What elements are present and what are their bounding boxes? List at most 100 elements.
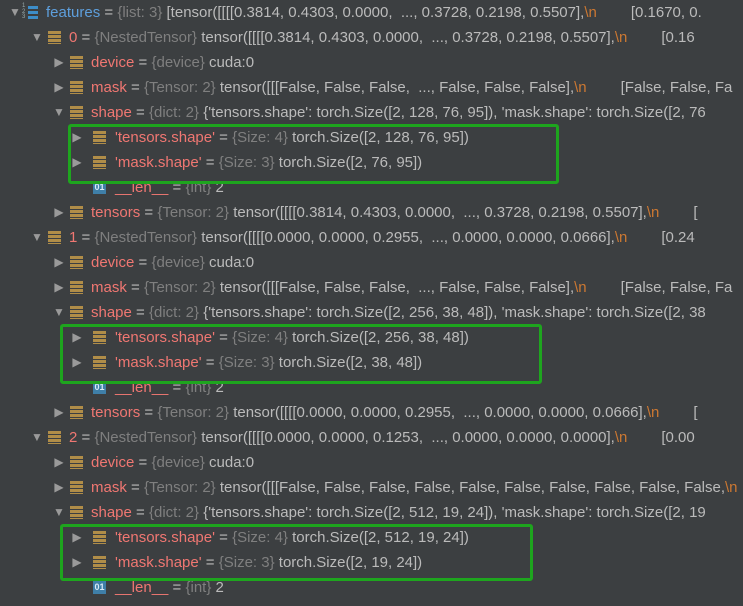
expand-right-icon[interactable]: ▶ bbox=[52, 50, 66, 75]
variable-name: tensors bbox=[91, 204, 141, 221]
tree-row[interactable]: ▼ shape = {dict: 2} {'tensors.shape': tor… bbox=[0, 500, 743, 525]
list-icon: 1 2 3 bbox=[22, 3, 38, 20]
object-icon bbox=[70, 506, 83, 519]
expand-down-icon[interactable]: ▼ bbox=[30, 425, 44, 450]
row-text: 1 = {NestedTensor} tensor([[[[0.0000, 0.… bbox=[69, 229, 695, 246]
variable-name: 2 bbox=[69, 429, 78, 446]
expand-down-icon[interactable]: ▼ bbox=[52, 500, 66, 525]
row-text: device = {device} cuda:0 bbox=[91, 254, 255, 271]
variable-value: tensor([[[[0.3814, 0.4303, 0.0000, ..., … bbox=[201, 29, 615, 46]
expand-right-icon[interactable]: ▶ bbox=[52, 200, 66, 225]
tree-row[interactable]: ▶ device = {device} cuda:0 bbox=[0, 50, 743, 75]
newline-escape: \n bbox=[584, 4, 597, 21]
row-text: device = {device} cuda:0 bbox=[91, 454, 255, 471]
variable-value: [tensor([[[[0.3814, 0.4303, 0.0000, ...,… bbox=[166, 4, 585, 21]
variable-value: tensor([[[[0.3814, 0.4303, 0.0000, ..., … bbox=[233, 204, 647, 221]
variable-type: {dict: 2} bbox=[148, 104, 200, 121]
tree-row[interactable]: ▼ 2 = {NestedTensor} tensor([[[[0.0000, 0… bbox=[0, 425, 743, 450]
variable-type: {device} bbox=[151, 454, 205, 471]
newline-escape: \n bbox=[646, 404, 660, 421]
object-icon bbox=[70, 281, 83, 294]
variable-name: tensors bbox=[91, 404, 141, 421]
variable-value: cuda:0 bbox=[209, 454, 255, 471]
object-icon bbox=[70, 81, 83, 94]
variable-type: {device} bbox=[151, 54, 205, 71]
row-text: tensors = {Tensor: 2} tensor([[[[0.3814,… bbox=[91, 204, 698, 221]
tree-row[interactable]: ▶ mask = {Tensor: 2} tensor([[[False, Fal… bbox=[0, 275, 743, 300]
variable-type: {Tensor: 2} bbox=[143, 479, 216, 496]
variable-value: {'tensors.shape': torch.Size([2, 128, 76… bbox=[203, 104, 706, 121]
object-icon bbox=[70, 306, 83, 319]
variable-value: cuda:0 bbox=[209, 254, 255, 271]
row-text: 0 = {NestedTensor} tensor([[[[0.3814, 0.… bbox=[69, 29, 695, 46]
variable-name: 1 bbox=[69, 229, 78, 246]
tree-row[interactable]: ▶ device = {device} cuda:0 bbox=[0, 250, 743, 275]
variable-name: shape bbox=[91, 504, 132, 521]
expand-down-icon[interactable]: ▼ bbox=[8, 0, 22, 25]
expand-down-icon[interactable]: ▼ bbox=[52, 100, 66, 125]
tree-row[interactable]: ▼ 0 = {NestedTensor} tensor([[[[0.3814, 0… bbox=[0, 25, 743, 50]
variable-type: {int} bbox=[185, 579, 212, 596]
variable-type: {Tensor: 2} bbox=[157, 404, 230, 421]
row-text: 2 = {NestedTensor} tensor([[[[0.0000, 0.… bbox=[69, 429, 695, 446]
tree-row[interactable]: ▶ mask = {Tensor: 2} tensor([[[False, Fal… bbox=[0, 475, 743, 500]
int-icon: 01 bbox=[93, 581, 106, 594]
variable-value: {'tensors.shape': torch.Size([2, 512, 19… bbox=[203, 504, 706, 521]
tree-row[interactable]: ▶ device = {device} cuda:0 bbox=[0, 450, 743, 475]
tree-row[interactable]: ▼ shape = {dict: 2} {'tensors.shape': tor… bbox=[0, 100, 743, 125]
variable-value: tensor([[[False, False, False, ..., Fals… bbox=[219, 279, 575, 296]
value-continuation: [False, False, Fa bbox=[620, 79, 733, 96]
highlight-box bbox=[60, 324, 542, 384]
value-continuation: [ bbox=[693, 204, 698, 221]
variable-name: mask bbox=[91, 279, 127, 296]
row-text: shape = {dict: 2} {'tensors.shape': torc… bbox=[91, 304, 706, 321]
row-text: features = {list: 3} [tensor([[[[0.3814,… bbox=[46, 4, 702, 21]
object-icon bbox=[70, 56, 83, 69]
variable-value: tensor([[[[0.0000, 0.0000, 0.2955, ..., … bbox=[233, 404, 647, 421]
variable-name: shape bbox=[91, 304, 132, 321]
object-icon bbox=[70, 406, 83, 419]
expand-right-icon[interactable]: ▶ bbox=[52, 475, 66, 500]
tree-row[interactable]: ▶ mask = {Tensor: 2} tensor([[[False, Fal… bbox=[0, 75, 743, 100]
expand-down-icon[interactable]: ▼ bbox=[52, 300, 66, 325]
tree-row[interactable]: ▼ 1 = {NestedTensor} tensor([[[[0.0000, 0… bbox=[0, 225, 743, 250]
variable-name: 0 bbox=[69, 29, 78, 46]
variable-name: mask bbox=[91, 79, 127, 96]
value-continuation: [0.24 bbox=[661, 229, 695, 246]
value-continuation: [0.16 bbox=[661, 29, 695, 46]
expand-down-icon[interactable]: ▼ bbox=[30, 225, 44, 250]
variable-type: {dict: 2} bbox=[148, 504, 200, 521]
row-text: mask = {Tensor: 2} tensor([[[False, Fals… bbox=[91, 79, 733, 96]
row-text: shape = {dict: 2} {'tensors.shape': torc… bbox=[91, 504, 706, 521]
variable-type: {Tensor: 2} bbox=[143, 79, 216, 96]
variable-name: features bbox=[46, 4, 101, 21]
tree-row[interactable]: ▼ 1 2 3 features = {list: 3} [tensor([[[[0… bbox=[0, 0, 743, 25]
expand-right-icon[interactable]: ▶ bbox=[52, 250, 66, 275]
variable-value: tensor([[[[0.0000, 0.0000, 0.1253, ..., … bbox=[201, 429, 615, 446]
newline-escape: \n bbox=[574, 279, 587, 296]
value-continuation: [ bbox=[693, 404, 698, 421]
tree-row[interactable]: ▶ tensors = {Tensor: 2} tensor([[[[0.3814… bbox=[0, 200, 743, 225]
tree-row[interactable]: ▶ tensors = {Tensor: 2} tensor([[[[0.0000… bbox=[0, 400, 743, 425]
variable-value: {'tensors.shape': torch.Size([2, 256, 38… bbox=[203, 304, 706, 321]
variable-value: cuda:0 bbox=[209, 54, 255, 71]
variable-value: tensor([[[False, False, False, False, Fa… bbox=[219, 479, 726, 496]
object-icon bbox=[70, 206, 83, 219]
object-icon bbox=[70, 456, 83, 469]
expand-right-icon[interactable]: ▶ bbox=[52, 75, 66, 100]
variable-type: {NestedTensor} bbox=[94, 29, 198, 46]
object-icon bbox=[70, 256, 83, 269]
expand-down-icon[interactable]: ▼ bbox=[30, 25, 44, 50]
expand-right-icon[interactable]: ▶ bbox=[52, 275, 66, 300]
object-icon bbox=[48, 31, 61, 44]
object-icon bbox=[70, 106, 83, 119]
variable-name: shape bbox=[91, 104, 132, 121]
expand-right-icon[interactable]: ▶ bbox=[52, 450, 66, 475]
variable-name: device bbox=[91, 254, 135, 271]
variable-type: {NestedTensor} bbox=[94, 429, 198, 446]
tree-row[interactable]: ▼ shape = {dict: 2} {'tensors.shape': tor… bbox=[0, 300, 743, 325]
expand-right-icon[interactable]: ▶ bbox=[52, 400, 66, 425]
variable-type: {Tensor: 2} bbox=[143, 279, 216, 296]
value-continuation: [0.00 bbox=[661, 429, 695, 446]
newline-escape: \n bbox=[725, 479, 738, 496]
